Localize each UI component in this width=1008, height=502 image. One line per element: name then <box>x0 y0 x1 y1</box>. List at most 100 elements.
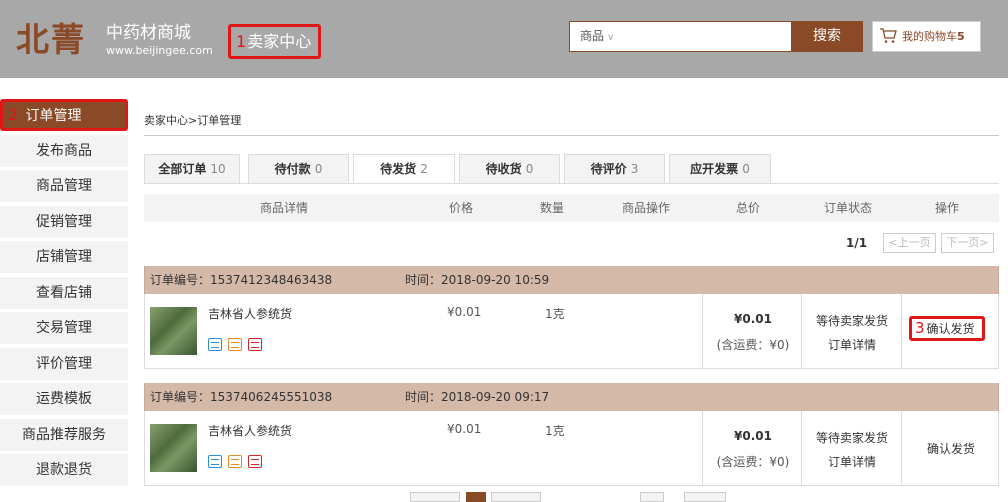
order-actions: 3 确认发货 <box>902 294 1000 368</box>
cart-button[interactable]: 我的购物车5 <box>872 21 981 52</box>
tab-pending-payment[interactable]: 待付款 0 <box>248 154 349 184</box>
shipping-fee: (含运费：¥0) <box>716 455 790 469</box>
order-number: 订单编号：1537412348463438 <box>150 273 333 287</box>
sidebar-item-order-management[interactable]: 2 订单管理 <box>0 99 128 131</box>
sidebar-item-review-management[interactable]: 评价管理 <box>0 347 128 380</box>
next-page-button[interactable]: 下一页> <box>941 233 994 253</box>
sidebar-item-label: 订单管理 <box>25 108 82 124</box>
order-card: 订单编号：1537412348463438 时间：2018-09-20 10:5… <box>144 266 999 369</box>
tab-pending-shipment[interactable]: 待发货 2 <box>353 154 455 184</box>
badge-icon <box>228 455 242 468</box>
tab-all-orders[interactable]: 全部订单 10 <box>144 154 240 184</box>
column-header: 商品操作 <box>622 201 671 215</box>
badge-icon <box>208 455 222 468</box>
sidebar-item-trade-management[interactable]: 交易管理 <box>0 312 128 344</box>
seller-sidebar: 2 订单管理 发布商品 商品管理 促销管理 店铺管理 查看店铺 交易管理 评价管理… <box>0 99 130 490</box>
sidebar-item-refund-return[interactable]: 退款退货 <box>0 454 128 486</box>
sidebar-item-promotion-management[interactable]: 促销管理 <box>0 205 128 238</box>
confirm-shipment-label: 确认发货 <box>926 322 975 336</box>
search-input[interactable] <box>630 22 790 51</box>
badge-icon <box>248 338 262 351</box>
annotation-number: 1 <box>236 32 247 51</box>
product-price: ¥0.01 <box>447 422 482 436</box>
product-quantity: 1克 <box>545 307 565 321</box>
confirm-shipment-button[interactable]: 确认发货 <box>902 440 1000 457</box>
column-header: 操作 <box>935 201 960 215</box>
status-text: 等待卖家发货 <box>815 314 888 328</box>
order-actions: 确认发货 <box>902 411 1000 485</box>
tab-count: 2 <box>420 162 428 176</box>
sidebar-item-shipping-template[interactable]: 运费模板 <box>0 383 128 415</box>
annotation-number: 2 <box>8 106 18 124</box>
sidebar-item-publish-product[interactable]: 发布商品 <box>0 134 128 167</box>
total-amount: ¥0.01 <box>734 312 772 326</box>
brand-name: 中药材商城 <box>106 23 191 43</box>
order-time: 时间：2018-09-20 10:59 <box>405 273 550 287</box>
product-badges <box>208 454 268 468</box>
order-detail-link[interactable]: 订单详情 <box>802 336 902 353</box>
confirm-shipment-button[interactable]: 3 确认发货 <box>909 316 985 341</box>
product-quantity: 1克 <box>545 424 565 438</box>
product-price: ¥0.01 <box>447 305 482 319</box>
product-badges <box>208 337 268 351</box>
divider <box>144 183 999 184</box>
cart-icon <box>880 27 897 43</box>
column-header: 数量 <box>540 201 565 215</box>
seller-center-link[interactable]: 1卖家中心 <box>228 24 321 59</box>
tab-count: 3 <box>630 162 639 176</box>
table-header: 商品详情 价格 数量 商品操作 总价 订单状态 操作 <box>144 194 999 222</box>
order-body: 吉林省人参统货 ¥0.01 1克 ¥0.01 (含运费：¥0) 等待卖家发货 订… <box>144 294 999 369</box>
page-input[interactable] <box>640 492 664 502</box>
order-card: 订单编号：1537406245551038 时间：2018-09-20 09:1… <box>144 383 999 486</box>
page-button[interactable] <box>491 492 541 502</box>
cart-label: 我的购物车 <box>902 30 957 43</box>
order-body: 吉林省人参统货 ¥0.01 1克 ¥0.01 (含运费：¥0) 等待卖家发货 订… <box>144 411 999 486</box>
page-button[interactable] <box>466 492 486 502</box>
tab-label: 待付款 <box>274 162 311 176</box>
seller-center-label: 卖家中心 <box>247 32 312 51</box>
shipping-fee: (含运费：¥0) <box>716 338 790 352</box>
tab-count: 0 <box>742 162 750 176</box>
tab-invoice-pending[interactable]: 应开发票 0 <box>669 154 771 184</box>
search-category-select[interactable]: 商品 ∨ <box>570 22 630 51</box>
page-button[interactable] <box>410 492 460 502</box>
sidebar-item-shop-management[interactable]: 店铺管理 <box>0 241 128 273</box>
tab-pending-review[interactable]: 待评价 3 <box>564 154 665 184</box>
order-status: 等待卖家发货 订单详情 <box>802 294 902 368</box>
cart-count: 5 <box>957 30 965 43</box>
column-header: 总价 <box>736 201 761 215</box>
order-header: 订单编号：1537412348463438 时间：2018-09-20 10:5… <box>144 266 999 294</box>
sidebar-item-recommendation-service[interactable]: 商品推荐服务 <box>0 418 128 451</box>
tab-label: 待收货 <box>485 162 522 176</box>
tab-count: 0 <box>314 162 323 176</box>
product-thumbnail[interactable] <box>150 424 197 472</box>
chevron-down-icon: ∨ <box>607 32 615 43</box>
column-header: 价格 <box>449 201 474 215</box>
breadcrumb: 卖家中心>订单管理 <box>144 114 242 127</box>
tab-label: 全部订单 <box>158 162 207 176</box>
product-name[interactable]: 吉林省人参统货 <box>208 305 292 322</box>
order-total: ¥0.01 (含运费：¥0) <box>702 411 802 485</box>
product-name[interactable]: 吉林省人参统货 <box>208 422 292 439</box>
order-header: 订单编号：1537406245551038 时间：2018-09-20 09:1… <box>144 383 999 411</box>
product-thumbnail[interactable] <box>150 307 197 355</box>
go-button[interactable] <box>684 492 726 502</box>
site-logo[interactable]: 北菁 <box>16 20 86 60</box>
sidebar-item-view-shop[interactable]: 查看店铺 <box>0 276 128 309</box>
page-count: 1/1 <box>846 236 868 250</box>
order-detail-link[interactable]: 订单详情 <box>802 453 902 470</box>
divider <box>144 135 999 136</box>
order-time: 时间：2018-09-20 09:17 <box>405 390 550 404</box>
column-header: 订单状态 <box>824 201 873 215</box>
badge-icon <box>248 455 262 468</box>
tab-label: 应开发票 <box>690 162 739 176</box>
tab-label: 待发货 <box>380 162 417 176</box>
tab-count: 0 <box>525 162 534 176</box>
badge-icon <box>228 338 242 351</box>
prev-page-button[interactable]: <上一页 <box>883 233 936 253</box>
tab-pending-receipt[interactable]: 待收货 0 <box>459 154 560 184</box>
sidebar-item-product-management[interactable]: 商品管理 <box>0 170 128 202</box>
search-button[interactable]: 搜索 <box>791 21 863 52</box>
badge-icon <box>208 338 222 351</box>
status-text: 等待卖家发货 <box>815 431 888 445</box>
